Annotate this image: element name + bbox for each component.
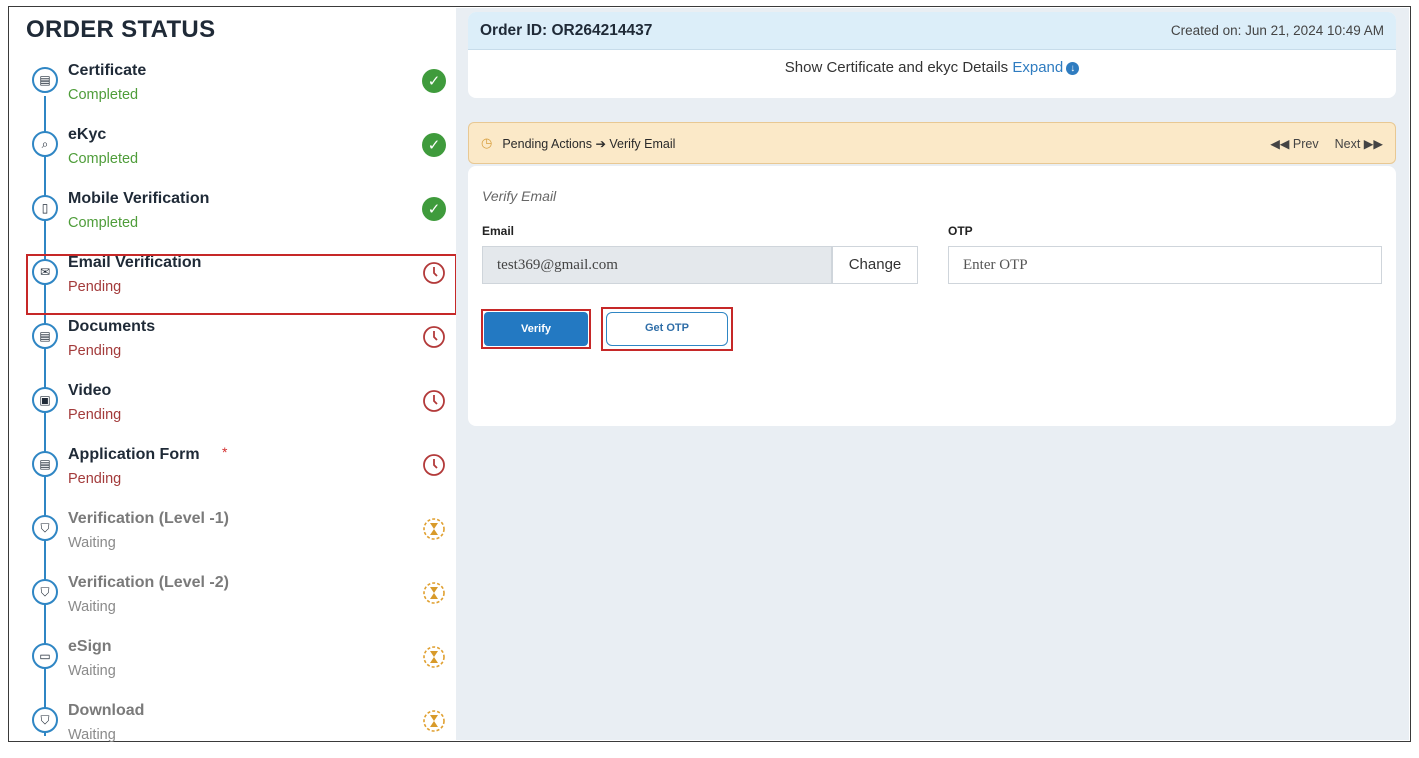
step-mobile-verification[interactable]: ▯ Mobile Verification Completed ✓ (18, 188, 454, 246)
step-name: Verification (Level -2) (68, 574, 229, 591)
hourglass-icon (421, 708, 447, 734)
step-download[interactable]: ⛉ Download Waiting (18, 700, 454, 758)
order-id: Order ID: OR264214437 (480, 21, 653, 39)
check-circle-icon: ✓ (421, 68, 447, 94)
document-icon: ▤ (32, 323, 58, 349)
step-status: Waiting (68, 727, 116, 743)
hourglass-icon (421, 516, 447, 542)
arrow-down-circle-icon: ↓ (1066, 62, 1080, 75)
order-card: Order ID: OR264214437 Created on: Jun 21… (468, 12, 1396, 98)
pending-actions-bar: ◷ Pending Actions ➔ Verify Email ◀◀ Prev… (468, 122, 1396, 164)
otp-label: OTP (948, 224, 973, 238)
card-icon: ▭ (32, 643, 58, 669)
video-icon: ▣ (32, 387, 58, 413)
next-button[interactable]: Next ▶▶ (1335, 136, 1383, 151)
step-documents[interactable]: ▤ Documents Pending (18, 316, 454, 374)
required-marker: * (222, 444, 228, 460)
step-status: Waiting (68, 599, 116, 615)
prev-button[interactable]: ◀◀ Prev (1270, 136, 1318, 151)
step-status: Pending (68, 343, 122, 359)
email-verification-highlight (26, 254, 457, 315)
form-title: Verify Email (482, 188, 557, 204)
step-status: Pending (68, 471, 122, 487)
step-name: Download (68, 702, 145, 719)
step-name: Documents (68, 318, 156, 335)
step-status: Completed (68, 215, 139, 231)
verify-email-card: Verify Email Email OTP test369@gmail.com… (468, 166, 1396, 426)
main-panel: Order ID: OR264214437 Created on: Jun 21… (456, 8, 1409, 740)
email-field[interactable]: test369@gmail.com (482, 246, 832, 284)
clock-icon (421, 324, 447, 350)
shield-icon: ⛉ (32, 579, 58, 605)
step-ekyc[interactable]: ⌕ eKyc Completed ✓ (18, 124, 454, 182)
created-on: Created on: Jun 21, 2024 10:49 AM (1170, 23, 1384, 38)
details-text: Show Certificate and ekyc Details (784, 59, 1009, 76)
step-verification-level-1[interactable]: ⛉ Verification (Level -1) Waiting (18, 508, 454, 566)
step-status: Waiting (68, 535, 116, 551)
search-icon: ⌕ (32, 131, 58, 157)
check-circle-icon: ✓ (421, 196, 447, 222)
expand-label: Expand (1012, 59, 1064, 76)
get-otp-button[interactable]: Get OTP (606, 312, 728, 346)
certificate-icon: ▤ (32, 67, 58, 93)
expand-link[interactable]: Expand ↓ (1012, 59, 1080, 76)
step-status: Completed (68, 87, 139, 103)
pager: ◀◀ Prev Next ▶▶ (1270, 136, 1383, 151)
clock-icon: ◷ (481, 135, 493, 150)
email-label: Email (482, 224, 515, 238)
step-application-form[interactable]: ▤ Application Form * Pending (18, 444, 454, 502)
step-verification-level-2[interactable]: ⛉ Verification (Level -2) Waiting (18, 572, 454, 630)
step-esign[interactable]: ▭ eSign Waiting (18, 636, 454, 694)
change-button[interactable]: Change (832, 246, 918, 284)
step-status: Waiting (68, 663, 116, 679)
order-header: Order ID: OR264214437 Created on: Jun 21… (468, 12, 1396, 50)
shield-icon: ⛉ (32, 515, 58, 541)
form-icon: ▤ (32, 451, 58, 477)
step-name: eSign (68, 638, 112, 655)
step-video[interactable]: ▣ Video Pending (18, 380, 454, 438)
clock-icon (421, 452, 447, 478)
pending-actions-text: Pending Actions ➔ Verify Email (502, 136, 676, 151)
step-status: Pending (68, 407, 122, 423)
mobile-icon: ▯ (32, 195, 58, 221)
step-certificate[interactable]: ▤ Certificate Completed ✓ (18, 60, 454, 118)
hourglass-icon (421, 580, 447, 606)
step-name: Verification (Level -1) (68, 510, 229, 527)
clock-icon (421, 388, 447, 414)
details-toggle-row: Show Certificate and ekyc Details Expand… (468, 50, 1396, 76)
step-name: Application Form (68, 446, 200, 463)
otp-input[interactable]: Enter OTP (948, 246, 1382, 284)
verify-button[interactable]: Verify (484, 312, 588, 346)
step-status: Completed (68, 151, 139, 167)
check-circle-icon: ✓ (421, 132, 447, 158)
step-name: eKyc (68, 126, 107, 143)
step-name: Mobile Verification (68, 190, 210, 207)
sidebar-title: ORDER STATUS (26, 16, 216, 43)
step-name: Video (68, 382, 112, 399)
hourglass-icon (421, 644, 447, 670)
step-name: Certificate (68, 62, 147, 79)
order-status-sidebar: ORDER STATUS ▤ Certificate Completed ✓ ⌕ eKyc… (10, 8, 457, 743)
shield-icon: ⛉ (32, 707, 58, 733)
